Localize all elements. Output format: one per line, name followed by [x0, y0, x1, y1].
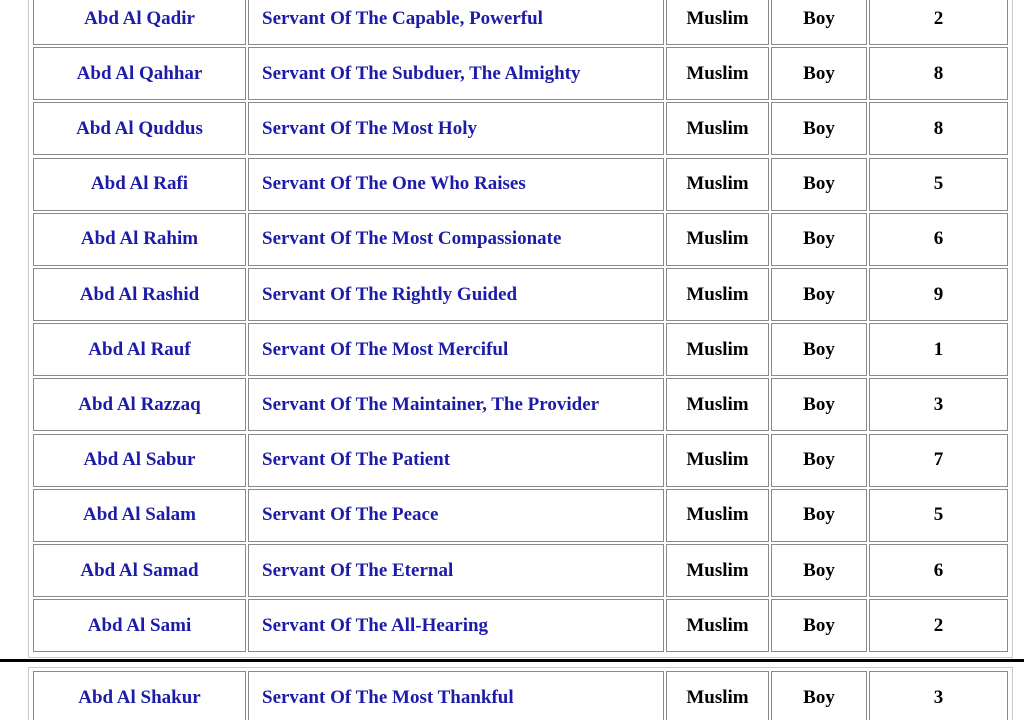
number-cell: 9: [869, 268, 1008, 321]
religion-cell: Muslim: [666, 323, 769, 377]
name-cell[interactable]: Abd Al Razzaq: [33, 378, 246, 432]
meaning-cell[interactable]: Servant Of The Most Holy: [248, 102, 664, 156]
religion-cell: Muslim: [666, 671, 769, 720]
gender-cell: Boy: [771, 378, 867, 432]
religion-cell: Muslim: [666, 157, 769, 211]
number-cell: 3: [869, 671, 1008, 720]
number-cell: 8: [869, 102, 1008, 156]
meaning-cell[interactable]: Servant Of The All-Hearing: [248, 599, 664, 653]
meaning-cell[interactable]: Servant Of The Maintainer, The Provider: [248, 378, 664, 432]
religion-cell: Muslim: [666, 544, 769, 597]
number-cell: 5: [869, 157, 1008, 211]
name-cell[interactable]: Abd Al Rahim: [33, 212, 246, 266]
gender-cell: Boy: [771, 599, 867, 653]
number-cell: 2: [869, 599, 1008, 653]
meaning-cell[interactable]: Servant Of The Most Thankful: [248, 671, 664, 720]
number-cell: 3: [869, 378, 1008, 432]
gender-cell: Boy: [771, 488, 867, 542]
gender-cell: Boy: [771, 544, 867, 597]
page-divider: [0, 659, 1024, 662]
religion-cell: Muslim: [666, 0, 769, 45]
name-cell[interactable]: Abd Al Rafi: [33, 157, 246, 211]
number-cell: 1: [869, 323, 1008, 377]
religion-cell: Muslim: [666, 378, 769, 432]
number-cell: 8: [869, 47, 1008, 101]
name-cell[interactable]: Abd Al Qadir: [33, 0, 246, 45]
name-cell[interactable]: Abd Al Samad: [33, 544, 246, 597]
number-cell: 6: [869, 544, 1008, 597]
number-cell: 5: [869, 488, 1008, 542]
number-cell: 7: [869, 433, 1008, 487]
name-cell[interactable]: Abd Al Qahhar: [33, 47, 246, 101]
number-cell: 6: [869, 212, 1008, 266]
name-cell[interactable]: Abd Al Quddus: [33, 102, 246, 156]
gender-cell: Boy: [771, 268, 867, 321]
religion-cell: Muslim: [666, 599, 769, 653]
meaning-cell[interactable]: Servant Of The Eternal: [248, 544, 664, 597]
name-cell[interactable]: Abd Al Rauf: [33, 323, 246, 377]
gender-cell: Boy: [771, 102, 867, 156]
religion-cell: Muslim: [666, 212, 769, 266]
name-cell[interactable]: Abd Al Salam: [33, 488, 246, 542]
meaning-cell[interactable]: Servant Of The Capable, Powerful: [248, 0, 664, 45]
gender-cell: Boy: [771, 323, 867, 377]
meaning-cell[interactable]: Servant Of The Most Merciful: [248, 323, 664, 377]
gender-cell: Boy: [771, 212, 867, 266]
religion-cell: Muslim: [666, 102, 769, 156]
meaning-cell[interactable]: Servant Of The Subduer, The Almighty: [248, 47, 664, 101]
gender-cell: Boy: [771, 0, 867, 45]
gender-cell: Boy: [771, 433, 867, 487]
gender-cell: Boy: [771, 671, 867, 720]
gender-cell: Boy: [771, 47, 867, 101]
religion-cell: Muslim: [666, 488, 769, 542]
name-cell[interactable]: Abd Al Sami: [33, 599, 246, 653]
religion-cell: Muslim: [666, 433, 769, 487]
name-cell[interactable]: Abd Al Shakur: [33, 671, 246, 720]
name-cell[interactable]: Abd Al Rashid: [33, 268, 246, 321]
meaning-cell[interactable]: Servant Of The Peace: [248, 488, 664, 542]
religion-cell: Muslim: [666, 47, 769, 101]
meaning-cell[interactable]: Servant Of The Most Compassionate: [248, 212, 664, 266]
meaning-cell[interactable]: Servant Of The One Who Raises: [248, 157, 664, 211]
name-cell[interactable]: Abd Al Sabur: [33, 433, 246, 487]
religion-cell: Muslim: [666, 268, 769, 321]
meaning-cell[interactable]: Servant Of The Rightly Guided: [248, 268, 664, 321]
number-cell: 2: [869, 0, 1008, 45]
meaning-cell[interactable]: Servant Of The Patient: [248, 433, 664, 487]
gender-cell: Boy: [771, 157, 867, 211]
